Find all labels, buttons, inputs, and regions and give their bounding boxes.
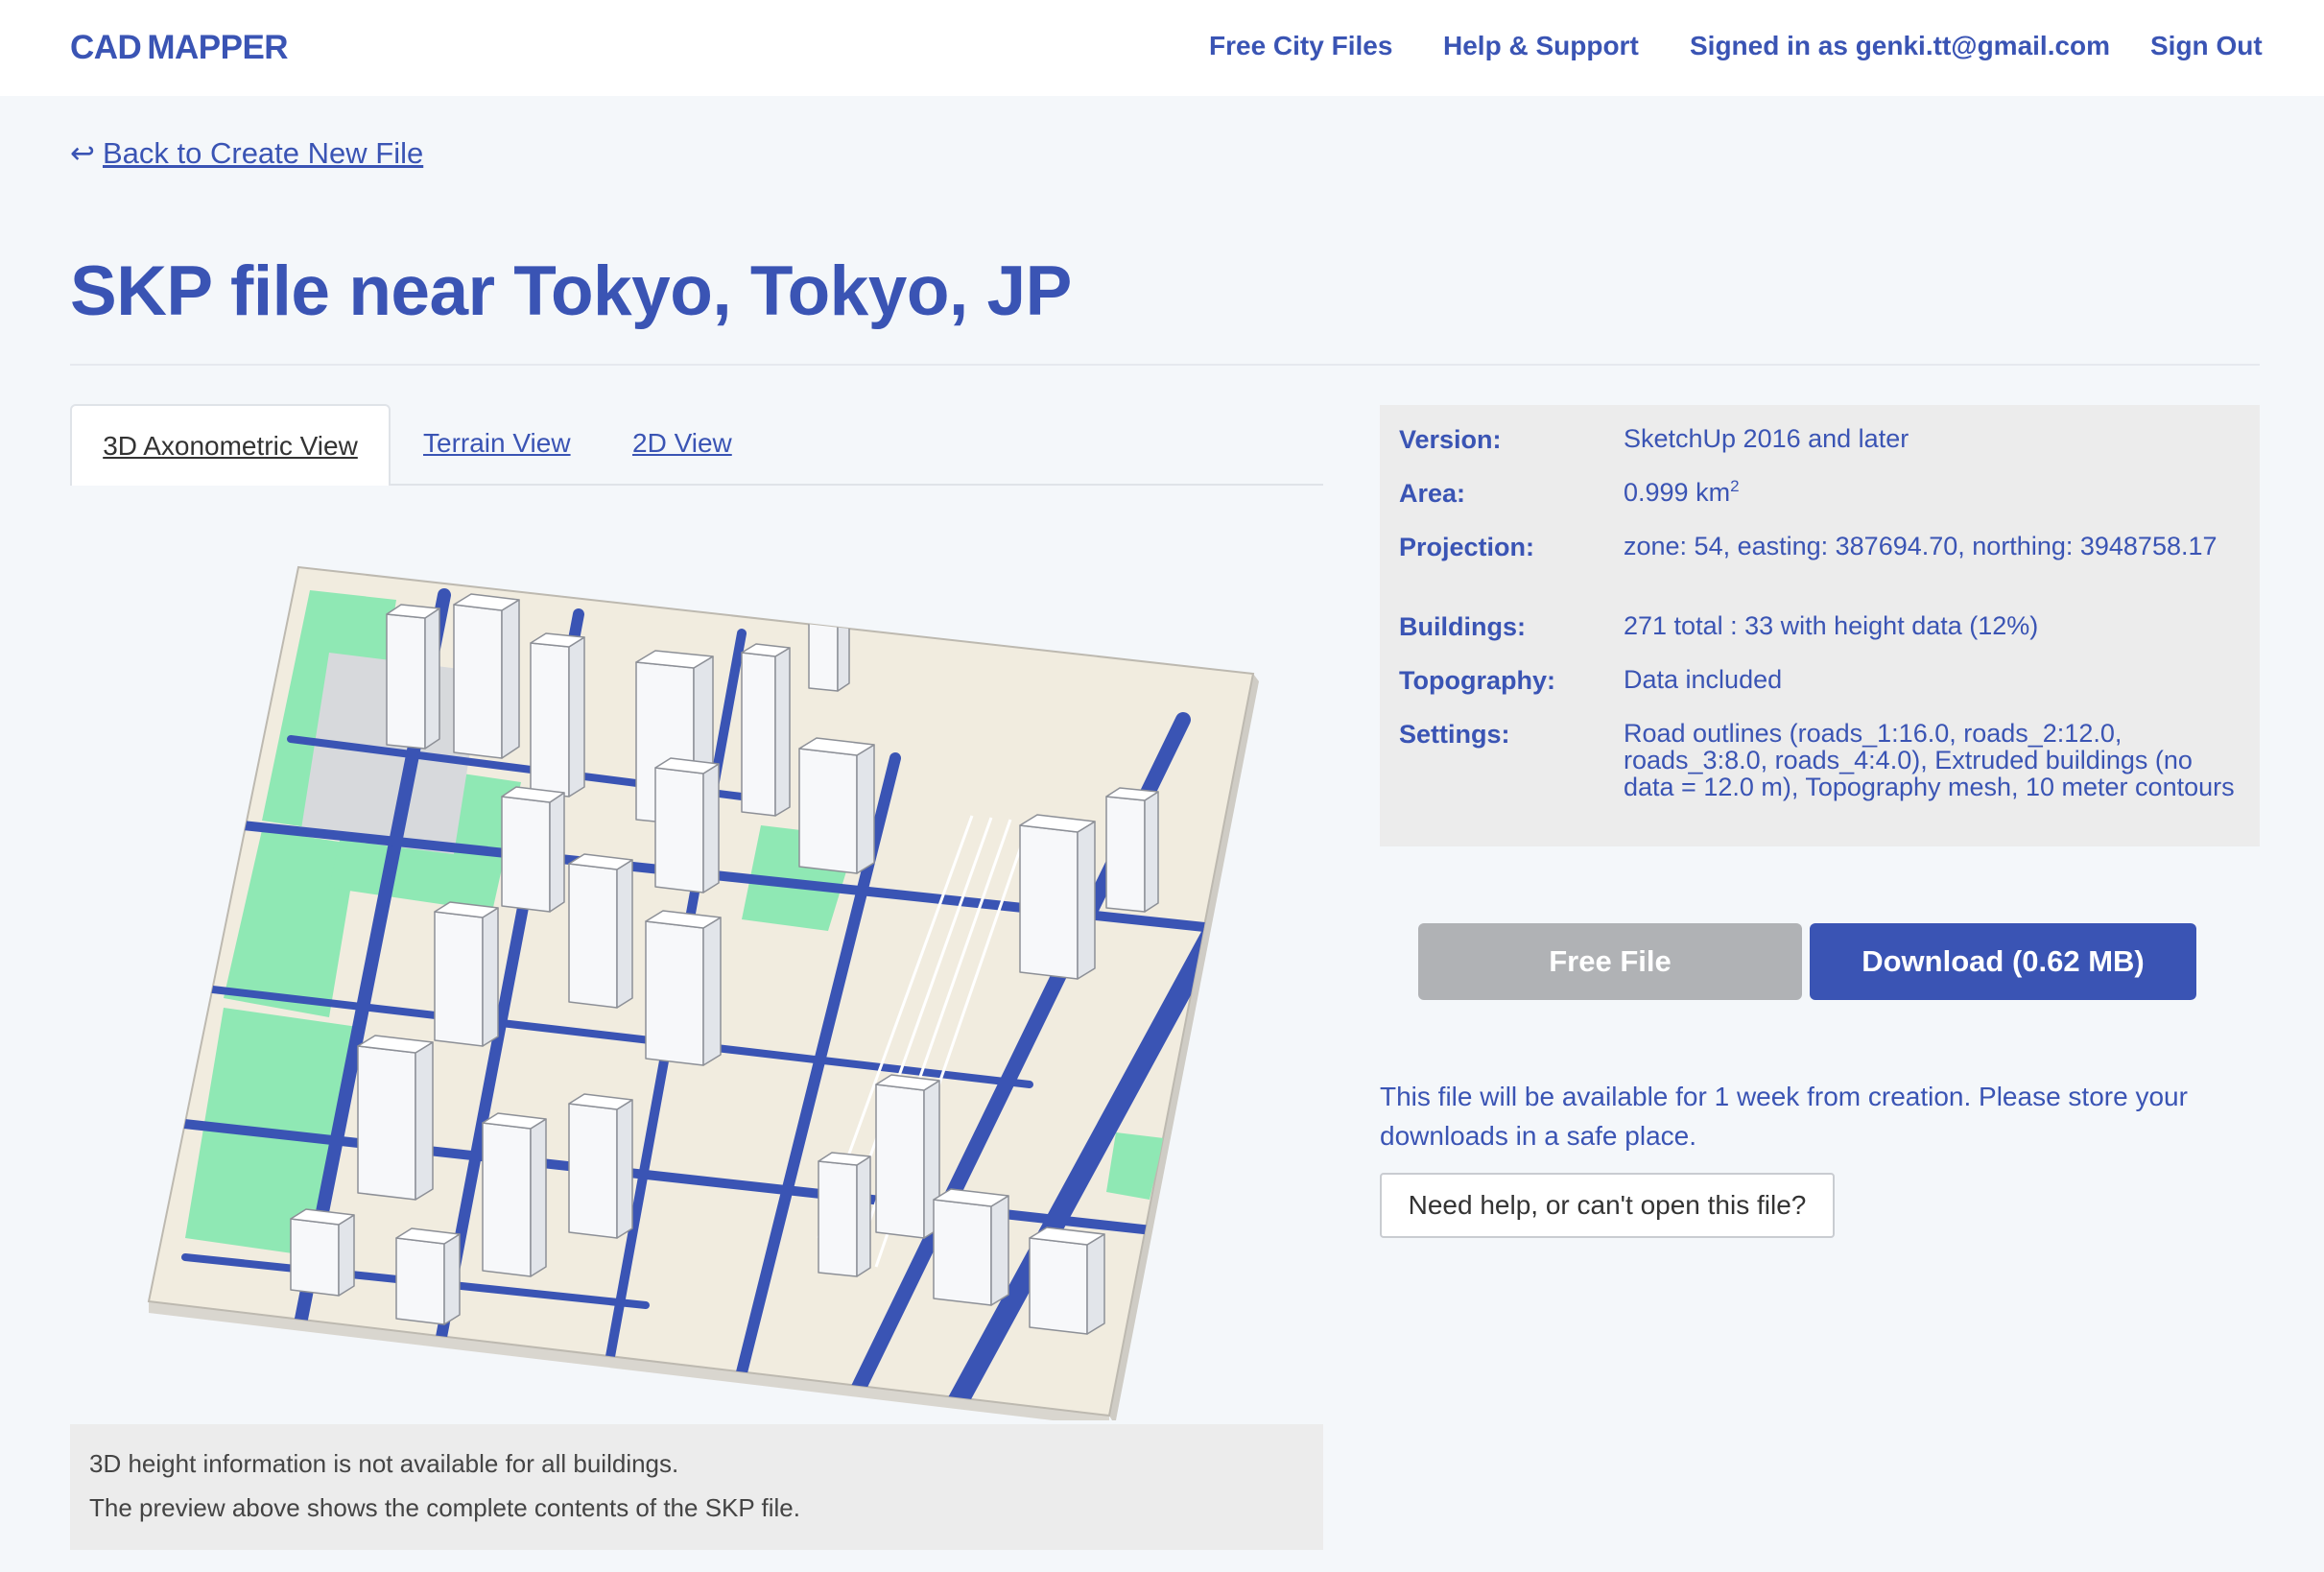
buildings-label: Buildings: [1399, 612, 1526, 641]
building [808, 586, 850, 692]
building [933, 1188, 1009, 1306]
topography-value: Data included [1624, 665, 1783, 694]
top-nav-bar: CAD MAPPER Free City Files Help & Support… [0, 0, 2324, 96]
building [654, 757, 720, 893]
area-superscript: 2 [1730, 477, 1740, 495]
area-number: 0.999 km [1624, 478, 1731, 507]
building [1105, 787, 1159, 913]
return-arrow-icon: ↩ [70, 136, 95, 170]
building [818, 1152, 871, 1277]
free-file-button[interactable]: Free File [1418, 923, 1802, 1000]
building [741, 643, 791, 817]
building [290, 1208, 355, 1297]
logo-part-mapper: MAPPER [147, 29, 289, 66]
tab-2d-view[interactable]: 2D View [632, 428, 732, 459]
area-label: Area: [1399, 479, 1466, 508]
projection-value: zone: 54, easting: 387694.70, northing: … [1624, 532, 2217, 560]
building [386, 604, 440, 750]
file-info-panel: Version: SketchUp 2016 and later Area: 0… [1380, 405, 2260, 846]
settings-label: Settings: [1399, 720, 1510, 749]
title-divider [70, 364, 2260, 366]
back-link-label: Back to Create New File [102, 136, 424, 170]
download-button[interactable]: Download (0.62 MB) [1810, 923, 2196, 1000]
building [645, 910, 722, 1066]
building [875, 1074, 940, 1239]
area-value: 0.999 km2 [1624, 477, 2238, 507]
building [568, 853, 633, 1009]
availability-notice: This file will be available for 1 week f… [1380, 1082, 2188, 1151]
projection-label: Projection: [1399, 533, 1535, 561]
nav-help-support[interactable]: Help & Support [1443, 31, 1639, 61]
building [395, 1227, 461, 1325]
tab-3d-axonometric-view[interactable]: 3D Axonometric View [70, 404, 391, 486]
logo-part-cad: CAD [70, 29, 142, 66]
nav-free-city-files[interactable]: Free City Files [1209, 31, 1392, 61]
height-info-note: 3D height information is not available f… [89, 1449, 679, 1478]
building [1029, 1227, 1105, 1335]
building [530, 632, 585, 798]
page-title: SKP file near Tokyo, Tokyo, JP [70, 252, 1072, 330]
building [453, 593, 520, 759]
preview-note: 3D height information is not available f… [70, 1424, 1323, 1550]
building [568, 1093, 633, 1239]
need-help-button[interactable]: Need help, or can't open this file? [1380, 1173, 1835, 1238]
nav-signed-in-account[interactable]: Signed in as genki.tt@gmail.com [1690, 31, 2110, 61]
building [434, 901, 499, 1047]
building [1019, 814, 1096, 980]
settings-value: Road outlines (roads_1:16.0, roads_2:12.… [1624, 719, 2235, 801]
tab-terrain-view[interactable]: Terrain View [423, 428, 571, 459]
buildings-value: 271 total : 33 with height data (12%) [1624, 611, 2039, 640]
building [482, 1112, 547, 1277]
building [501, 786, 565, 913]
preview-contents-note: The preview above shows the complete con… [89, 1493, 800, 1522]
nav-sign-out[interactable]: Sign Out [2150, 31, 2263, 61]
back-to-create-link[interactable]: ↩ Back to Create New File [70, 136, 423, 171]
topography-label: Topography: [1399, 666, 1555, 695]
building [798, 737, 875, 874]
version-label: Version: [1399, 425, 1502, 454]
axonometric-map-preview [147, 565, 1259, 1420]
building [357, 1035, 434, 1201]
version-value: SketchUp 2016 and later [1624, 424, 1909, 453]
cadmapper-logo[interactable]: CAD MAPPER [70, 29, 289, 67]
